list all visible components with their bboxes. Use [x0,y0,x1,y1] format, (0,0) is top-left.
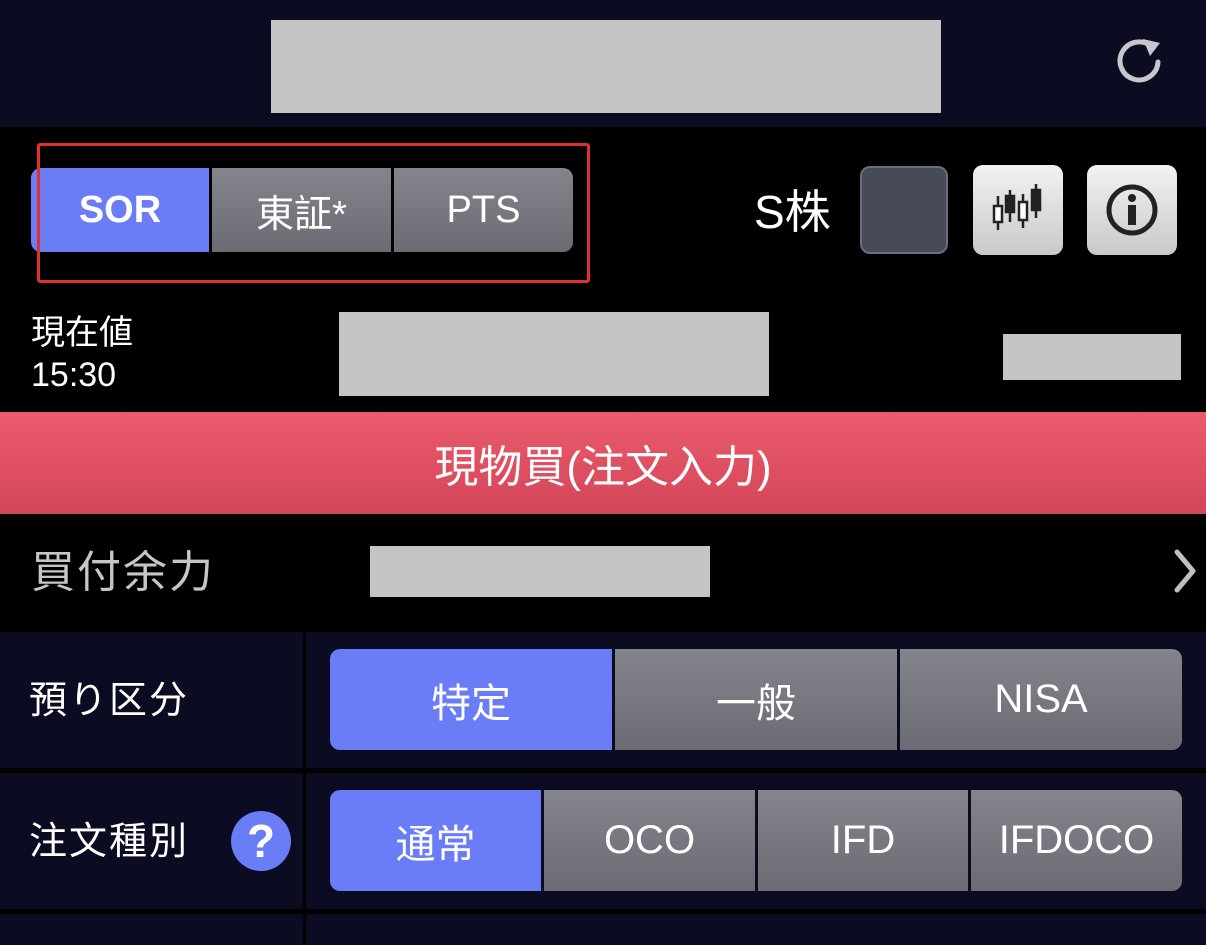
buying-power-redacted [370,546,710,597]
market-selector-highlight [37,143,590,283]
order-type-option-ifdoco[interactable]: IFDOCO [971,790,1182,891]
candlestick-chart-icon [992,184,1042,230]
account-option-tokutei[interactable]: 特定 [330,649,612,750]
order-type-option-normal[interactable]: 通常 [330,790,541,891]
order-type-option-ifd[interactable]: IFD [758,790,968,891]
order-type-option-oco[interactable]: OCO [544,790,755,891]
current-price-label: 現在値 [31,314,133,352]
buying-power-label: 買付余力 [31,548,215,597]
cash-buy-order-banner: 現物買(注文入力) [0,412,1206,514]
account-option-ippan[interactable]: 一般 [615,649,897,750]
next-row-label-cell [0,914,303,945]
stock-name-redacted [271,20,941,113]
s-kabu-label: S株 [754,186,831,238]
account-option-nisa[interactable]: NISA [900,649,1182,750]
chevron-right-icon[interactable] [1163,540,1203,600]
chart-button[interactable] [973,165,1063,255]
help-icon[interactable]: ? [231,811,291,871]
refresh-icon[interactable] [1112,35,1166,89]
order-type-label: 注文種別 [29,821,190,863]
account-type-label: 預り区分 [29,680,190,722]
current-price-time: 15:30 [31,356,117,394]
next-row-control-cell [306,914,1206,945]
current-price-redacted [339,312,769,396]
info-icon [1106,184,1158,236]
info-button[interactable] [1087,165,1177,255]
s-kabu-checkbox[interactable] [860,166,948,254]
price-change-redacted [1003,334,1181,380]
